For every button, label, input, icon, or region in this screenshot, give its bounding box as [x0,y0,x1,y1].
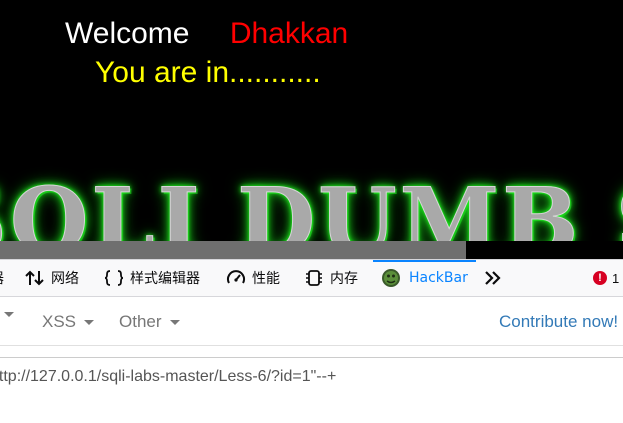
chevron-down-icon [4,312,14,317]
chevron-down-icon [84,319,95,325]
hackbar-logo-icon [381,268,401,288]
welcome-line: Welcome Dhakkan [65,17,348,51]
contribute-link[interactable]: Contribute now! [499,312,618,332]
tab-style-editor[interactable]: 样式编辑器 [104,260,200,296]
tab-memory[interactable]: 内存 [304,260,358,296]
chevron-down-icon [169,319,180,325]
gauge-icon [226,270,246,286]
memory-icon [304,269,324,287]
url-value: http://127.0.0.1/sqli-labs-master/Less-6… [0,368,337,385]
login-status-text: You are in........... [95,56,321,89]
tab-performance-label: 性能 [252,271,280,287]
error-count-badge[interactable]: ! 1 [593,260,619,296]
tab-performance[interactable]: 性能 [226,260,280,296]
tab-overflow-button[interactable] [483,260,503,296]
tab-hackbar[interactable]: HackBar [373,260,476,296]
url-textarea[interactable]: http://127.0.0.1/sqli-labs-master/Less-6… [0,357,623,423]
other-menu-label: Other [119,312,162,331]
banner-image: SQLI DUMB SERIES [0,165,623,242]
web-page-viewport: Welcome Dhakkan You are in........... SQ… [0,0,623,241]
horizontal-scrollbar[interactable] [0,241,623,259]
tab-memory-label: 内存 [330,271,358,287]
scrollbar-thumb[interactable] [0,241,466,259]
network-arrows-icon [25,270,45,286]
hackbar-toolbar: XSS Other Contribute now! [0,298,623,346]
tab-network[interactable]: 网络 [25,260,79,296]
user-name: Dhakkan [229,17,349,50]
tab-hackbar-label: HackBar [409,270,468,286]
tab-style-editor-label: 样式编辑器 [130,271,200,287]
double-chevron-right-icon [483,270,503,286]
xss-menu[interactable]: XSS [42,312,95,332]
braces-icon [104,270,124,286]
banner-text: SQLI DUMB SERIES [0,168,623,242]
devtools-tabbar: 器 网络 样式编辑器 性能 [0,259,623,297]
xss-menu-label: XSS [42,312,77,331]
error-count: 1 [612,270,620,286]
tab-network-label: 网络 [51,271,79,287]
error-icon: ! [593,271,607,285]
other-menu[interactable]: Other [119,312,180,332]
welcome-text: Welcome [65,17,190,50]
partial-dropdown[interactable] [0,312,14,317]
tab-partial-label-fragment: 器 [0,268,4,288]
tab-partial-left[interactable]: 器 [0,260,4,296]
